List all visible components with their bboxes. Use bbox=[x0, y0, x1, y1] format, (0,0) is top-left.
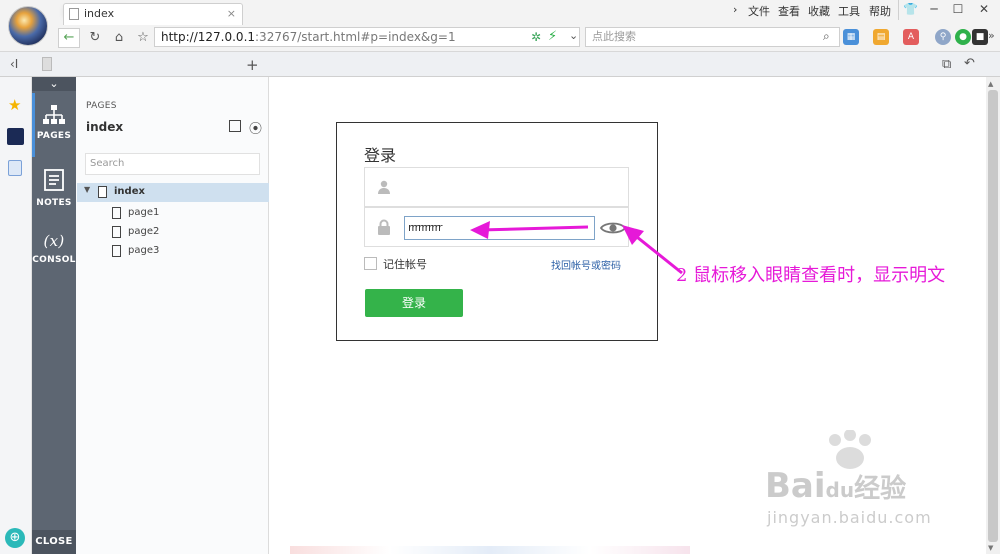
secure-icon[interactable]: ✲ bbox=[531, 30, 541, 44]
annotation-arrows bbox=[470, 221, 683, 275]
login-button[interactable]: 登录 bbox=[365, 289, 463, 317]
more-icon[interactable]: » bbox=[988, 29, 995, 42]
browser-logo[interactable] bbox=[8, 6, 48, 46]
address-path: :32767/start.html#p=index&g=1 bbox=[255, 30, 456, 44]
notes-button[interactable]: NOTES bbox=[32, 169, 76, 208]
skin-icon[interactable]: 👕 bbox=[898, 0, 922, 20]
sidebar-toggle-icon[interactable]: ‹I bbox=[10, 57, 18, 71]
tab-index[interactable]: index × bbox=[63, 3, 243, 25]
tree-item-page3[interactable]: page3 bbox=[112, 243, 232, 259]
user-icon bbox=[378, 180, 390, 194]
watermark-suffix: 经验 bbox=[854, 474, 907, 504]
undo-close-icon[interactable]: ↶ bbox=[964, 56, 975, 71]
new-tab-icon[interactable]: + bbox=[246, 56, 259, 74]
minimize-button[interactable]: ─ bbox=[922, 0, 946, 20]
browser-sidebar bbox=[0, 77, 32, 554]
green-circle-icon[interactable]: ● bbox=[955, 29, 971, 45]
window-restore-icon[interactable]: ⧉ bbox=[942, 57, 951, 72]
tree-item-label: page1 bbox=[128, 207, 160, 218]
pages-button[interactable]: PAGES bbox=[32, 104, 76, 141]
tree-item-label: index bbox=[114, 186, 145, 197]
tree-item-page1[interactable]: page1 bbox=[112, 205, 232, 221]
sitemap-icon bbox=[43, 105, 65, 124]
notes-label: NOTES bbox=[36, 198, 72, 208]
remember-label: 记住帐号 bbox=[383, 258, 427, 271]
close-button[interactable]: CLOSE bbox=[32, 530, 76, 554]
bottom-decoration bbox=[290, 546, 690, 554]
notes-app-icon[interactable] bbox=[8, 160, 22, 176]
menu-arrow-icon[interactable]: › bbox=[733, 3, 737, 16]
open-in-new-icon[interactable] bbox=[229, 120, 241, 132]
tree-item-label: page3 bbox=[128, 245, 160, 256]
lock-icon bbox=[378, 219, 390, 235]
page-icon bbox=[98, 186, 107, 198]
login-title: 登录 bbox=[364, 146, 397, 165]
photo-icon[interactable]: ▤ bbox=[873, 29, 889, 45]
zoom-icon[interactable]: ⚲ bbox=[935, 29, 951, 45]
search-input[interactable]: 点此搜索 bbox=[585, 27, 840, 47]
remember-checkbox[interactable] bbox=[364, 257, 377, 270]
back-button[interactable]: ← bbox=[58, 28, 80, 48]
console-label: CONSOL bbox=[32, 255, 76, 265]
collapse-chevron-icon[interactable]: ⌄ bbox=[32, 77, 76, 91]
menu-tools[interactable]: 工具 bbox=[838, 3, 860, 19]
dropdown-chevron-icon[interactable]: ⌄ bbox=[569, 29, 578, 42]
add-app-icon[interactable]: ⊕ bbox=[5, 528, 25, 548]
apps-icon[interactable]: ▦ bbox=[843, 29, 859, 45]
address-host: http://127.0.0.1 bbox=[161, 30, 256, 44]
star-icon[interactable]: ☆ bbox=[132, 28, 154, 48]
refresh-icon[interactable]: ↻ bbox=[84, 28, 106, 48]
console-variable-icon: (x) bbox=[43, 232, 65, 250]
tree-item-index[interactable]: ▼ index bbox=[77, 183, 269, 202]
close-window-button[interactable]: ✕ bbox=[972, 0, 996, 20]
console-button[interactable]: (x) CONSOL bbox=[32, 232, 76, 265]
map-pin-icon[interactable]: ⦿ bbox=[249, 118, 262, 137]
translate-icon[interactable]: A bbox=[903, 29, 919, 45]
current-page-title: index bbox=[86, 120, 124, 134]
tab-title: index bbox=[84, 7, 115, 20]
watermark-url: jingyan.baidu.com bbox=[767, 508, 932, 527]
scroll-down-arrow-icon[interactable]: ▼ bbox=[988, 544, 993, 552]
axure-toolbar bbox=[32, 77, 76, 554]
lightning-icon[interactable]: ⚡ bbox=[548, 29, 557, 44]
page-icon bbox=[112, 226, 121, 238]
close-tab-icon[interactable]: × bbox=[227, 4, 236, 24]
page-icon bbox=[112, 245, 121, 257]
expand-caret-icon[interactable]: ▼ bbox=[84, 185, 90, 194]
menu-file[interactable]: 文件 bbox=[748, 3, 770, 19]
page-search-input[interactable]: Search bbox=[85, 153, 260, 175]
baidu-watermark: Baidu经验 jingyan.baidu.com bbox=[765, 429, 955, 530]
page-icon bbox=[69, 8, 79, 20]
username-field[interactable] bbox=[364, 167, 629, 207]
menu-favorites[interactable]: 收藏 bbox=[808, 3, 830, 19]
dark-square-icon[interactable]: ■ bbox=[972, 29, 988, 45]
tab-bar bbox=[0, 52, 1000, 77]
tree-item-page2[interactable]: page2 bbox=[112, 224, 232, 240]
news-app-icon[interactable] bbox=[7, 128, 24, 145]
home-icon[interactable]: ⌂ bbox=[108, 28, 130, 48]
notes-icon bbox=[44, 169, 64, 191]
page-icon bbox=[112, 207, 121, 219]
pages-panel bbox=[76, 77, 269, 554]
favorites-star-icon[interactable]: ★ bbox=[8, 96, 21, 114]
watermark-brand2: du bbox=[825, 478, 855, 502]
search-icon[interactable]: ⌕ bbox=[823, 29, 830, 44]
arrow-to-eye bbox=[622, 225, 683, 275]
address-bar[interactable]: http://127.0.0.1:32767/start.html#p=inde… bbox=[154, 27, 580, 47]
pages-heading: PAGES bbox=[86, 101, 117, 111]
arrow-to-input bbox=[470, 221, 589, 239]
scrollbar-thumb[interactable] bbox=[988, 90, 998, 542]
watermark-brand: Bai bbox=[765, 466, 826, 506]
pages-label: PAGES bbox=[36, 131, 72, 141]
maximize-button[interactable]: ☐ bbox=[946, 0, 970, 20]
menu-view[interactable]: 查看 bbox=[778, 3, 800, 19]
scroll-up-arrow-icon[interactable]: ▲ bbox=[988, 80, 993, 88]
document-icon[interactable] bbox=[42, 57, 52, 71]
menu-help[interactable]: 帮助 bbox=[869, 3, 891, 19]
annotation-text: 2 鼠标移入眼睛查看时，显示明文 bbox=[676, 265, 946, 286]
tree-item-label: page2 bbox=[128, 226, 160, 237]
